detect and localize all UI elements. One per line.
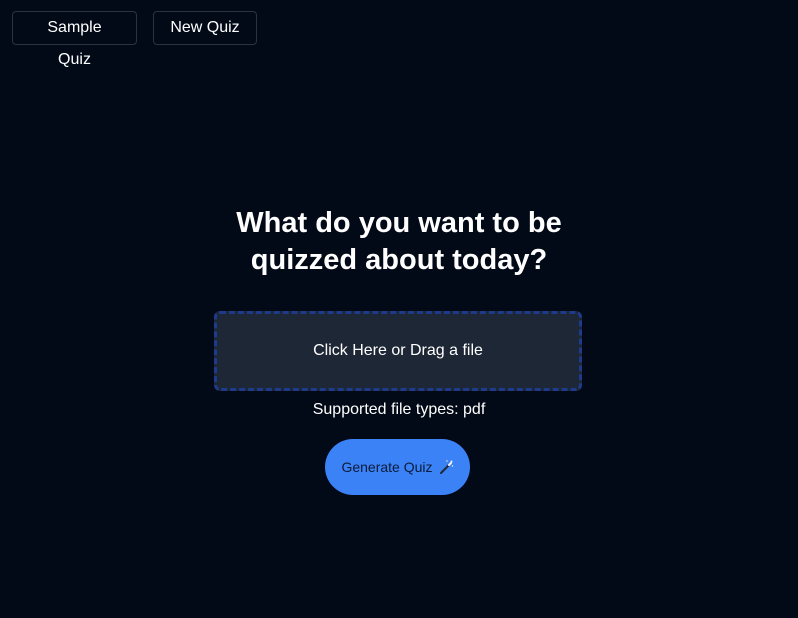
- file-dropzone[interactable]: Click Here or Drag a file: [214, 311, 582, 391]
- magic-wand-icon: [438, 459, 454, 475]
- top-nav: Sample Quiz New Quiz: [12, 11, 257, 68]
- new-quiz-button[interactable]: New Quiz: [153, 11, 257, 45]
- sample-quiz-button[interactable]: Sample Quiz: [12, 11, 137, 68]
- page-title-line-1: What do you want to be: [236, 207, 562, 239]
- page-title: What do you want to be quizzed about tod…: [0, 205, 798, 279]
- dropzone-label: Click Here or Drag a file: [313, 342, 483, 359]
- generate-quiz-label: Generate Quiz: [341, 459, 433, 475]
- page-title-line-2: quizzed about today?: [250, 244, 548, 276]
- supported-file-types: Supported file types: pdf: [312, 401, 486, 418]
- generate-quiz-button[interactable]: Generate Quiz: [325, 439, 470, 495]
- page: Sample Quiz New Quiz What do you want to…: [0, 0, 798, 618]
